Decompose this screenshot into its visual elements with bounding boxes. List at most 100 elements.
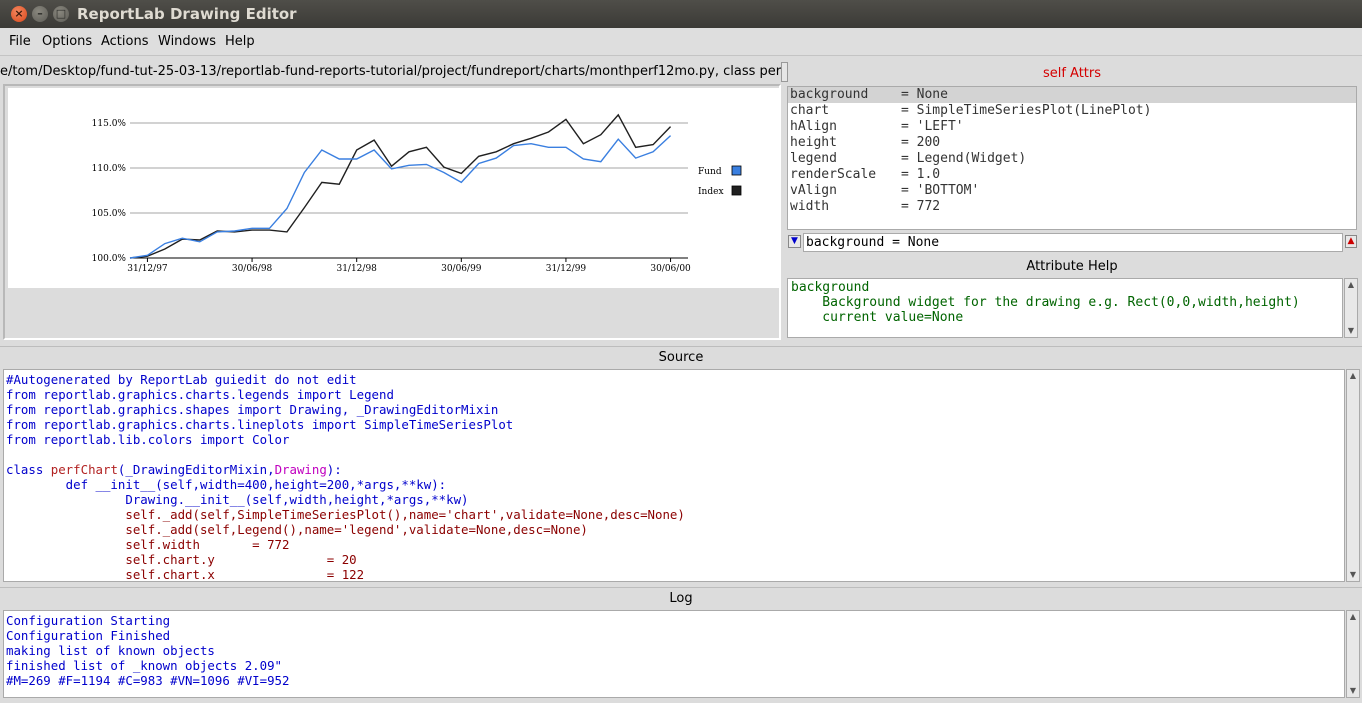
- attribute-value: 'BOTTOM': [916, 183, 980, 198]
- arrow-up-icon[interactable]: ▲: [1345, 235, 1357, 248]
- window-title: ReportLab Drawing Editor: [77, 5, 297, 23]
- log-line: finished list of _known objects 2.09": [6, 658, 283, 673]
- scroll-up-icon[interactable]: ▲: [1348, 371, 1358, 381]
- legend-swatch: [731, 185, 742, 196]
- source-line: Drawing.__init__(self,width,height,*args…: [6, 492, 469, 507]
- source-token: ):: [326, 462, 342, 477]
- equals-sign: =: [901, 183, 917, 198]
- attribute-help-title: Attribute Help: [1026, 259, 1118, 274]
- x-tick-label: 30/06/99: [441, 264, 482, 274]
- log-line: #M=269 #F=1194 #C=983 #VN=1096 #VI=952: [6, 673, 290, 688]
- file-path-label: e/tom/Desktop/fund-tut-25-03-13/reportla…: [0, 64, 782, 79]
- attribute-row-chart[interactable]: chart = SimpleTimeSeriesPlot(LinePlot): [788, 103, 1356, 119]
- x-tick-label: 31/12/99: [546, 264, 587, 274]
- scroll-down-icon[interactable]: ▼: [1348, 570, 1358, 580]
- attribute-value: 1.0: [916, 167, 941, 182]
- scroll-up-icon[interactable]: ▲: [1346, 280, 1356, 290]
- help-line: current value=None: [791, 310, 964, 325]
- attrs-panel-title: self Attrs: [1042, 66, 1102, 81]
- y-tick-label: 110.0%: [92, 164, 127, 174]
- source-line: def __init__(self,width=400,height=200,*…: [6, 477, 447, 492]
- scroll-down-icon[interactable]: ▼: [1348, 686, 1358, 696]
- attribute-editor: ▼ background = None ▲: [787, 232, 1357, 252]
- attribute-name: renderScale: [790, 167, 877, 182]
- x-tick-label: 30/06/00: [650, 264, 691, 274]
- source-line: from reportlab.graphics.shapes import Dr…: [6, 402, 499, 417]
- source-line: self.chart.x = 122: [6, 567, 365, 582]
- source-line: from reportlab.graphics.charts.lineplots…: [6, 417, 514, 432]
- maximize-icon[interactable]: □: [53, 6, 69, 22]
- source-line: from reportlab.lib.colors import Color: [6, 432, 290, 447]
- y-tick-label: 105.0%: [92, 209, 127, 219]
- source-line: from reportlab.graphics.charts.legends i…: [6, 387, 394, 402]
- source-line: self._add(self,Legend(),name='legend',va…: [6, 522, 588, 537]
- source-line: self.width = 772: [6, 537, 290, 552]
- equals-sign: =: [901, 135, 917, 150]
- source-pane-title: Source: [0, 346, 1362, 368]
- source-token: class: [6, 462, 51, 477]
- source-line: class perfChart(_DrawingEditorMixin,Draw…: [6, 462, 1342, 477]
- log-line: Configuration Finished: [6, 628, 171, 643]
- close-icon[interactable]: ×: [11, 6, 27, 22]
- attributes-list[interactable]: background = None chart = SimpleTimeSeriesP…: [787, 86, 1357, 230]
- menu-windows[interactable]: Windows: [158, 34, 216, 49]
- menu-actions[interactable]: Actions: [101, 34, 149, 49]
- equals-sign: =: [901, 103, 917, 118]
- attribute-row-renderScale[interactable]: renderScale = 1.0: [788, 167, 1356, 183]
- performance-chart: 100.0% 105.0% 110.0% 115.0% 31/12/97 30/06/9…: [8, 88, 780, 288]
- attribute-name: width: [790, 199, 830, 214]
- attribute-name: height: [790, 135, 837, 150]
- log-pane-title: Log: [0, 587, 1362, 609]
- source-token: perfChart: [50, 462, 118, 477]
- attribute-value: SimpleTimeSeriesPlot(LinePlot): [916, 103, 1152, 118]
- help-line: background: [791, 280, 870, 295]
- attribute-row-height[interactable]: height = 200: [788, 135, 1356, 151]
- equals-sign: =: [901, 87, 917, 102]
- attribute-value-input[interactable]: background = None: [803, 233, 1343, 252]
- attribute-name: legend: [790, 151, 837, 166]
- attribute-value: 200: [916, 135, 941, 150]
- attribute-help-text: background Background widget for the dra…: [787, 278, 1343, 338]
- source-line: [6, 447, 1342, 462]
- y-tick-label: 115.0%: [92, 119, 127, 129]
- attribute-row-background[interactable]: background = None: [788, 87, 1356, 103]
- menu-file[interactable]: File: [9, 34, 31, 49]
- x-tick-label: 31/12/98: [336, 264, 377, 274]
- attribute-value: None: [916, 87, 948, 102]
- attribute-row-legend[interactable]: legend = Legend(Widget): [788, 151, 1356, 167]
- equals-sign: =: [901, 119, 917, 134]
- source-editor[interactable]: #Autogenerated by ReportLab guiedit do n…: [3, 369, 1345, 582]
- help-scrollbar[interactable]: ▲ ▼: [1344, 278, 1358, 338]
- attribute-row-vAlign[interactable]: vAlign = 'BOTTOM': [788, 183, 1356, 199]
- attribute-value: 'LEFT': [916, 119, 964, 134]
- attribute-row-hAlign[interactable]: hAlign = 'LEFT': [788, 119, 1356, 135]
- drawing-canvas[interactable]: 100.0% 105.0% 110.0% 115.0% 31/12/97 30/06/9…: [3, 84, 781, 340]
- menu-options[interactable]: Options: [42, 34, 92, 49]
- attribute-name: chart: [790, 103, 830, 118]
- menu-help[interactable]: Help: [225, 34, 255, 49]
- minimize-icon[interactable]: –: [32, 6, 48, 22]
- attribute-name: vAlign: [790, 183, 837, 198]
- attribute-name: hAlign: [790, 119, 837, 134]
- source-token: Drawing: [274, 462, 327, 477]
- legend-label: Fund: [698, 167, 722, 177]
- source-line: self._add(self,SimpleTimeSeriesPlot(),na…: [6, 507, 685, 522]
- attribute-name: background: [790, 87, 869, 102]
- attribute-row-width[interactable]: width = 772: [788, 199, 1356, 215]
- equals-sign: =: [901, 167, 917, 182]
- arrow-down-icon[interactable]: ▼: [788, 235, 801, 248]
- scroll-up-icon[interactable]: ▲: [1348, 612, 1358, 622]
- scroll-down-icon[interactable]: ▼: [1346, 326, 1356, 336]
- menu-bar: File Options Actions Windows Help: [0, 28, 1362, 56]
- x-tick-label: 31/12/97: [127, 264, 168, 274]
- log-line: Configuration Starting: [6, 613, 171, 628]
- log-output[interactable]: Configuration Starting Configuration Fini…: [3, 610, 1345, 698]
- legend-label: Index: [698, 187, 724, 197]
- source-token: (_DrawingEditorMixin,: [117, 462, 275, 477]
- attribute-value: 772: [916, 199, 941, 214]
- y-tick-label: 100.0%: [92, 254, 127, 264]
- source-scrollbar[interactable]: ▲ ▼: [1346, 369, 1360, 582]
- legend-swatch: [731, 165, 742, 176]
- log-scrollbar[interactable]: ▲ ▼: [1346, 610, 1360, 698]
- title-bar: × – □ ReportLab Drawing Editor: [0, 0, 1362, 28]
